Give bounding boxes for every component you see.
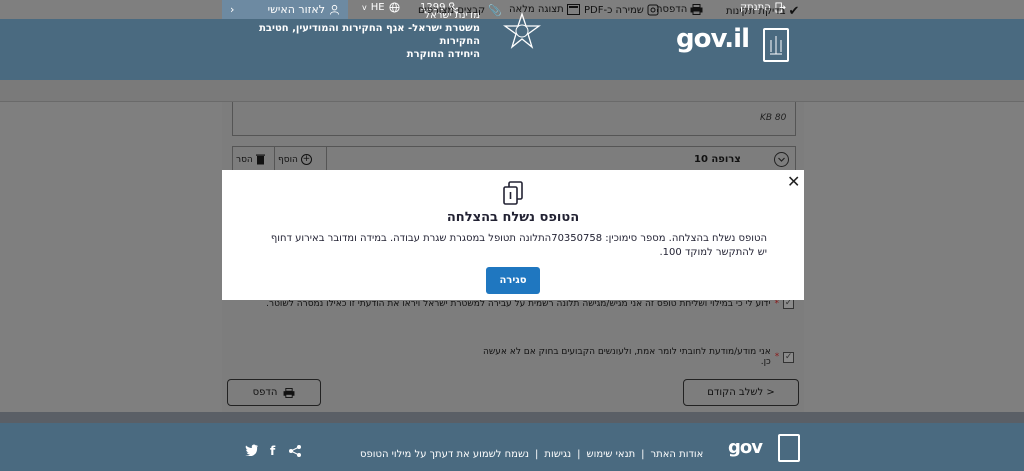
- state-emblem-icon: [763, 28, 789, 62]
- remove-attachment-button[interactable]: הסר: [236, 154, 265, 165]
- add-attachment-button[interactable]: + הוסף: [278, 154, 312, 165]
- print-label: הדפס: [252, 387, 278, 398]
- toolbar-fullscreen[interactable]: תצוגה מלאה: [509, 4, 580, 15]
- footer-stripe: [0, 412, 1024, 423]
- share-icon[interactable]: [288, 444, 302, 461]
- paperclip-icon: 📎: [488, 4, 502, 17]
- modal-title: הטופס נשלח בהצלחה: [446, 210, 580, 225]
- toolbar-save-pdf-label: שמירה כ-PDF: [584, 4, 644, 16]
- close-icon[interactable]: ✕: [787, 174, 800, 190]
- footer-link-accessibility[interactable]: נגישות: [544, 449, 571, 460]
- facebook-icon[interactable]: f: [270, 444, 275, 458]
- declaration-complaint-text: ידוע לי כי במילוי ושליחת טופס זה אני מגי…: [266, 298, 771, 309]
- toolbar-validate-label: בדיקת תקינות: [726, 6, 786, 17]
- trash-icon: [255, 154, 265, 165]
- org-line2: היחידה החוקרת: [406, 49, 480, 60]
- previous-step-button[interactable]: < לשלב הקודם: [683, 379, 799, 406]
- footer-separator: |: [641, 449, 645, 460]
- chevron-left-icon: ›: [230, 3, 235, 16]
- police-badge-icon: [503, 12, 541, 49]
- toolbar-fullscreen-label: תצוגה מלאה: [509, 4, 564, 15]
- printer-icon: [283, 387, 295, 398]
- declaration-truth-checkbox[interactable]: ✓: [783, 351, 794, 363]
- toolbar-attachments[interactable]: 📎 קבצים מצורפים: [418, 4, 502, 17]
- footer-separator: |: [577, 449, 581, 460]
- pdf-icon: [647, 4, 659, 16]
- file-size-note: KB 80: [760, 113, 787, 123]
- footer-link-about[interactable]: אודות האתר: [651, 449, 704, 460]
- documents-icon: [503, 181, 523, 205]
- remove-label: הסר: [236, 154, 253, 165]
- org-line1: משטרת ישראל- אגף החקירות והמודיעין, חטיב…: [259, 23, 480, 47]
- toolbar-print-label: הדפסה: [656, 4, 688, 15]
- toolbar-validate[interactable]: ✔ בדיקת תקינות: [726, 4, 799, 19]
- file-upload-box: [232, 102, 796, 136]
- footer-separator: |: [535, 449, 539, 460]
- attachment-label: צרופה 10: [694, 154, 741, 165]
- modal-message: הטופס נשלח בהצלחה. מספר סימוכין: 7035075…: [270, 233, 767, 258]
- printer-icon: [690, 4, 703, 15]
- declaration-truth-text: אני מודע/מודעת לחובתי לומר אמת, ולעונשים…: [483, 347, 771, 367]
- toolbar-print[interactable]: הדפסה: [656, 4, 703, 15]
- footer-gov-logo[interactable]: gov: [728, 437, 763, 458]
- site-footer: [0, 423, 1024, 471]
- required-mark: *: [774, 352, 780, 362]
- footer-link-terms[interactable]: תנאי שימוש: [587, 449, 636, 460]
- plus-circle-icon: +: [300, 154, 312, 165]
- previous-step-label: < לשלב הקודם: [707, 387, 775, 398]
- chevron-down-icon[interactable]: [774, 152, 789, 167]
- footer-link-feedback[interactable]: נשמח לשמוע את דעתך על מילוי הטופס: [360, 449, 529, 460]
- footer-emblem-icon: [778, 434, 800, 462]
- twitter-icon[interactable]: [245, 444, 259, 459]
- toolbar-attachments-label: קבצים מצורפים: [418, 5, 486, 16]
- declaration-truth: ✓ * אני מודע/מודעת לחובתי לומר אמת, ולעו…: [480, 347, 794, 367]
- footer-links: אודות האתר | תנאי שימוש | נגישות | נשמח …: [360, 449, 703, 460]
- gov-il-logo[interactable]: gov.il: [676, 26, 750, 52]
- form-toolbar: [0, 80, 1024, 102]
- modal-close-button[interactable]: סגירה: [486, 267, 540, 294]
- required-mark: *: [774, 298, 780, 309]
- add-label: הוסף: [278, 154, 298, 165]
- fullscreen-icon: [566, 4, 580, 15]
- toolbar-save-pdf[interactable]: שמירה כ-PDF: [584, 4, 659, 16]
- check-icon: ✔: [788, 4, 800, 19]
- print-button[interactable]: הדפס: [227, 379, 321, 406]
